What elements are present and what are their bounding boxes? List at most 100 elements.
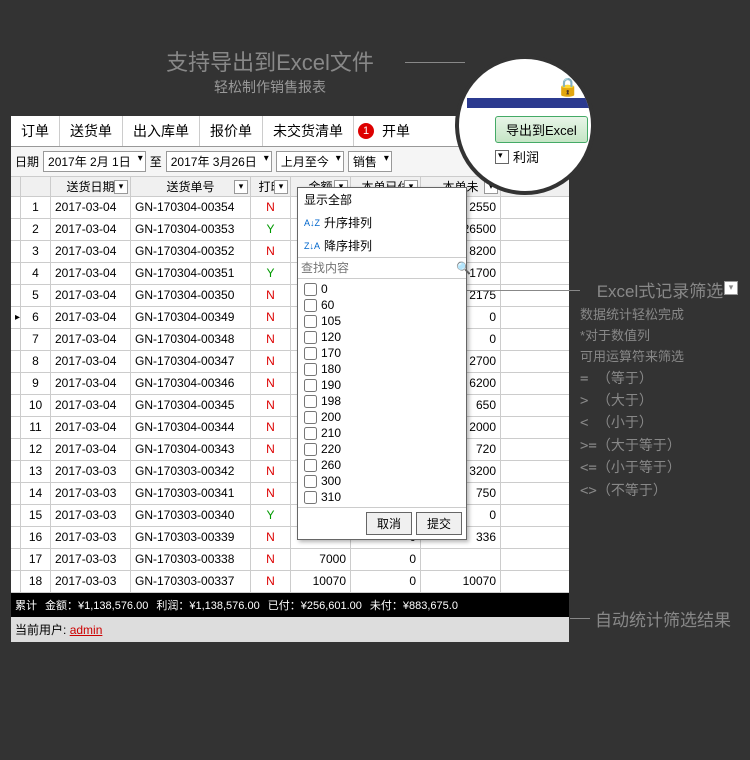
filter-show-all[interactable]: 显示全部 (298, 188, 466, 211)
table-row[interactable]: 17 2017-03-03 GN-170303-00338 N 7000 0 (11, 549, 569, 571)
cell-order: GN-170304-00350 (131, 285, 251, 306)
filter-checkbox[interactable] (304, 315, 317, 328)
tab-undelivered[interactable]: 未交货清单 (263, 116, 354, 146)
cell-date: 2017-03-04 (51, 439, 131, 460)
filter-option[interactable]: 170 (300, 345, 464, 361)
filter-option[interactable]: 200 (300, 409, 464, 425)
row-number: 7 (21, 329, 51, 350)
tab-delivery[interactable]: 送货单 (60, 116, 123, 146)
operator-item: > （大于） (580, 390, 740, 412)
table-row[interactable]: 16 2017-03-03 GN-170303-00339 N 0 336 (11, 527, 569, 549)
table-row[interactable]: 12 2017-03-04 GN-170304-00343 N 720 (11, 439, 569, 461)
row-number: 14 (21, 483, 51, 504)
sale-type[interactable]: 销售 (348, 151, 392, 172)
filter-checkbox[interactable] (304, 427, 317, 440)
filter-sort-asc[interactable]: A↓Z升序排列 (298, 211, 466, 234)
table-row[interactable]: 10 2017-03-04 GN-170304-00345 N 650 (11, 395, 569, 417)
col-date[interactable]: 送货日期 (51, 177, 131, 198)
date-range[interactable]: 上月至今 (276, 151, 344, 172)
filter-search-input[interactable] (301, 261, 456, 275)
row-marker (11, 527, 21, 548)
cell-date: 2017-03-04 (51, 241, 131, 262)
tab-create[interactable]: 开单 (376, 118, 416, 144)
filter-checklist[interactable]: 0 60 105 120 170 180 190 198 200 210 220… (298, 279, 466, 507)
table-row[interactable]: 13 2017-03-03 GN-170303-00342 N 3200 (11, 461, 569, 483)
cell-order: GN-170304-00354 (131, 197, 251, 218)
filter-checkbox[interactable] (304, 347, 317, 360)
filter-submit-button[interactable]: 提交 (416, 512, 462, 535)
row-number: 16 (21, 527, 51, 548)
table-row[interactable]: 18 2017-03-03 GN-170303-00337 N 10070 0 … (11, 571, 569, 593)
filter-option[interactable]: 210 (300, 425, 464, 441)
filter-checkbox[interactable] (304, 411, 317, 424)
filter-checkbox[interactable] (304, 379, 317, 392)
filter-option[interactable]: 310 (300, 489, 464, 505)
row-marker (11, 373, 21, 394)
filter-checkbox[interactable] (304, 491, 317, 504)
table-row[interactable]: 3 2017-03-04 GN-170304-00352 N 8200 (11, 241, 569, 263)
table-row[interactable]: 11 2017-03-04 GN-170304-00344 N 2000 (11, 417, 569, 439)
annotation-filter-title: Excel式记录筛选 (580, 278, 740, 305)
filter-checkbox[interactable] (304, 443, 317, 456)
filter-option[interactable]: 60 (300, 297, 464, 313)
tab-inventory[interactable]: 出入库单 (123, 116, 200, 146)
tab-quote[interactable]: 报价单 (200, 116, 263, 146)
dropdown-icon[interactable] (495, 150, 509, 164)
tab-orders[interactable]: 订单 (11, 116, 60, 146)
cell-date: 2017-03-04 (51, 395, 131, 416)
date-to[interactable]: 2017年 3月26日 (166, 151, 272, 172)
filter-option[interactable]: 105 (300, 313, 464, 329)
table-row[interactable]: 14 2017-03-03 GN-170303-00341 N 750 (11, 483, 569, 505)
row-number: 8 (21, 351, 51, 372)
table-row[interactable]: 9 2017-03-04 GN-170304-00346 N 6200 (11, 373, 569, 395)
filter-option[interactable]: 260 (300, 457, 464, 473)
filter-option[interactable]: 220 (300, 441, 464, 457)
date-from[interactable]: 2017年 2月 1日 (43, 151, 146, 172)
user-bar: 当前用户: admin (11, 617, 569, 642)
cell-date: 2017-03-03 (51, 527, 131, 548)
row-marker: ▸ (11, 307, 21, 328)
filter-option[interactable]: 190 (300, 377, 464, 393)
filter-checkbox[interactable] (304, 475, 317, 488)
col-print[interactable]: 打印 (251, 177, 291, 198)
filter-sort-desc[interactable]: Z↓A降序排列 (298, 234, 466, 257)
filter-checkbox[interactable] (304, 395, 317, 408)
user-link[interactable]: admin (70, 623, 103, 637)
filter-checkbox[interactable] (304, 363, 317, 376)
table-row[interactable]: 1 2017-03-04 GN-170304-00354 N 2550 (11, 197, 569, 219)
col-order[interactable]: 送货单号 (131, 177, 251, 198)
table-row[interactable]: 15 2017-03-03 GN-170303-00340 Y 0 (11, 505, 569, 527)
table-row[interactable]: 2 2017-03-04 GN-170304-00353 Y 26500 (11, 219, 569, 241)
filter-checkbox[interactable] (304, 283, 317, 296)
annotation-line (405, 62, 465, 63)
row-marker (11, 197, 21, 218)
filter-option[interactable]: 0 (300, 281, 464, 297)
cell-print: N (251, 395, 291, 416)
table-row[interactable]: 7 2017-03-04 GN-170304-00348 N 0 (11, 329, 569, 351)
cell-date: 2017-03-04 (51, 307, 131, 328)
cell-date: 2017-03-03 (51, 571, 131, 592)
filter-checkbox[interactable] (304, 459, 317, 472)
filter-checkbox[interactable] (304, 299, 317, 312)
cell-amount: 7000 (291, 549, 351, 570)
table-row[interactable]: ▸ 6 2017-03-04 GN-170304-00349 N 0 (11, 307, 569, 329)
row-marker-header (11, 177, 21, 198)
filter-cancel-button[interactable]: 取消 (366, 512, 412, 535)
table-row[interactable]: 4 2017-03-04 GN-170304-00351 Y 1700 (11, 263, 569, 285)
filter-option[interactable]: 180 (300, 361, 464, 377)
table-row[interactable]: 5 2017-03-04 GN-170304-00350 N 2175 (11, 285, 569, 307)
table-row[interactable]: 8 2017-03-04 GN-170304-00347 N 2700 (11, 351, 569, 373)
filter-option[interactable]: 120 (300, 329, 464, 345)
filter-option[interactable]: 300 (300, 473, 464, 489)
row-number: 5 (21, 285, 51, 306)
row-number: 12 (21, 439, 51, 460)
row-number: 13 (21, 461, 51, 482)
search-icon[interactable]: 🔍 (456, 261, 471, 275)
export-excel-button[interactable]: 导出到Excel (495, 116, 588, 143)
filter-checkbox[interactable] (304, 331, 317, 344)
row-marker (11, 439, 21, 460)
operator-item: >=（大于等于） (580, 435, 740, 457)
operator-item: < （小于） (580, 412, 740, 434)
filter-option[interactable]: 198 (300, 393, 464, 409)
row-number: 6 (21, 307, 51, 328)
